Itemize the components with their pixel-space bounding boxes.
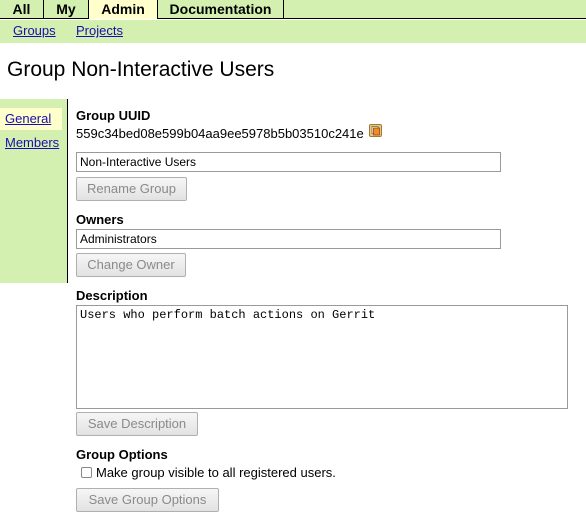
submenu-link-groups[interactable]: Groups [13,23,56,38]
rename-group-button[interactable]: Rename Group [76,177,187,201]
group-uuid-label: Group UUID [76,108,151,123]
tab-my[interactable]: My [44,0,89,19]
side-nav-item-members[interactable]: Members [5,135,59,150]
tab-admin[interactable]: Admin [89,0,158,19]
owners-field[interactable] [76,229,501,249]
side-nav: General Members [0,99,68,283]
visible-to-all-label: Make group visible to all registered use… [96,465,336,480]
change-owner-button[interactable]: Change Owner [76,253,186,277]
copy-icon[interactable] [369,124,382,137]
description-label: Description [76,288,148,303]
sub-menu-bar: Groups Projects [0,20,586,43]
page-title: Group Non-Interactive Users [7,58,275,81]
top-menu-filler [284,0,586,19]
group-options-label: Group Options [76,447,168,462]
group-name-field[interactable] [76,152,501,172]
submenu-link-projects[interactable]: Projects [76,23,123,38]
top-menu-bar: All My Admin Documentation [0,0,586,20]
group-uuid-value: 559c34bed08e599b04aa9ee5978b5b03510c241e [76,126,364,141]
save-group-options-button[interactable]: Save Group Options [76,488,219,512]
tab-documentation[interactable]: Documentation [158,0,284,19]
owners-label: Owners [76,212,124,227]
description-textarea[interactable]: Users who perform batch actions on Gerri… [76,305,568,409]
save-description-button[interactable]: Save Description [76,412,198,436]
visible-to-all-checkbox[interactable] [81,467,92,478]
tab-all[interactable]: All [0,0,44,19]
side-nav-item-general[interactable]: General [0,108,62,130]
